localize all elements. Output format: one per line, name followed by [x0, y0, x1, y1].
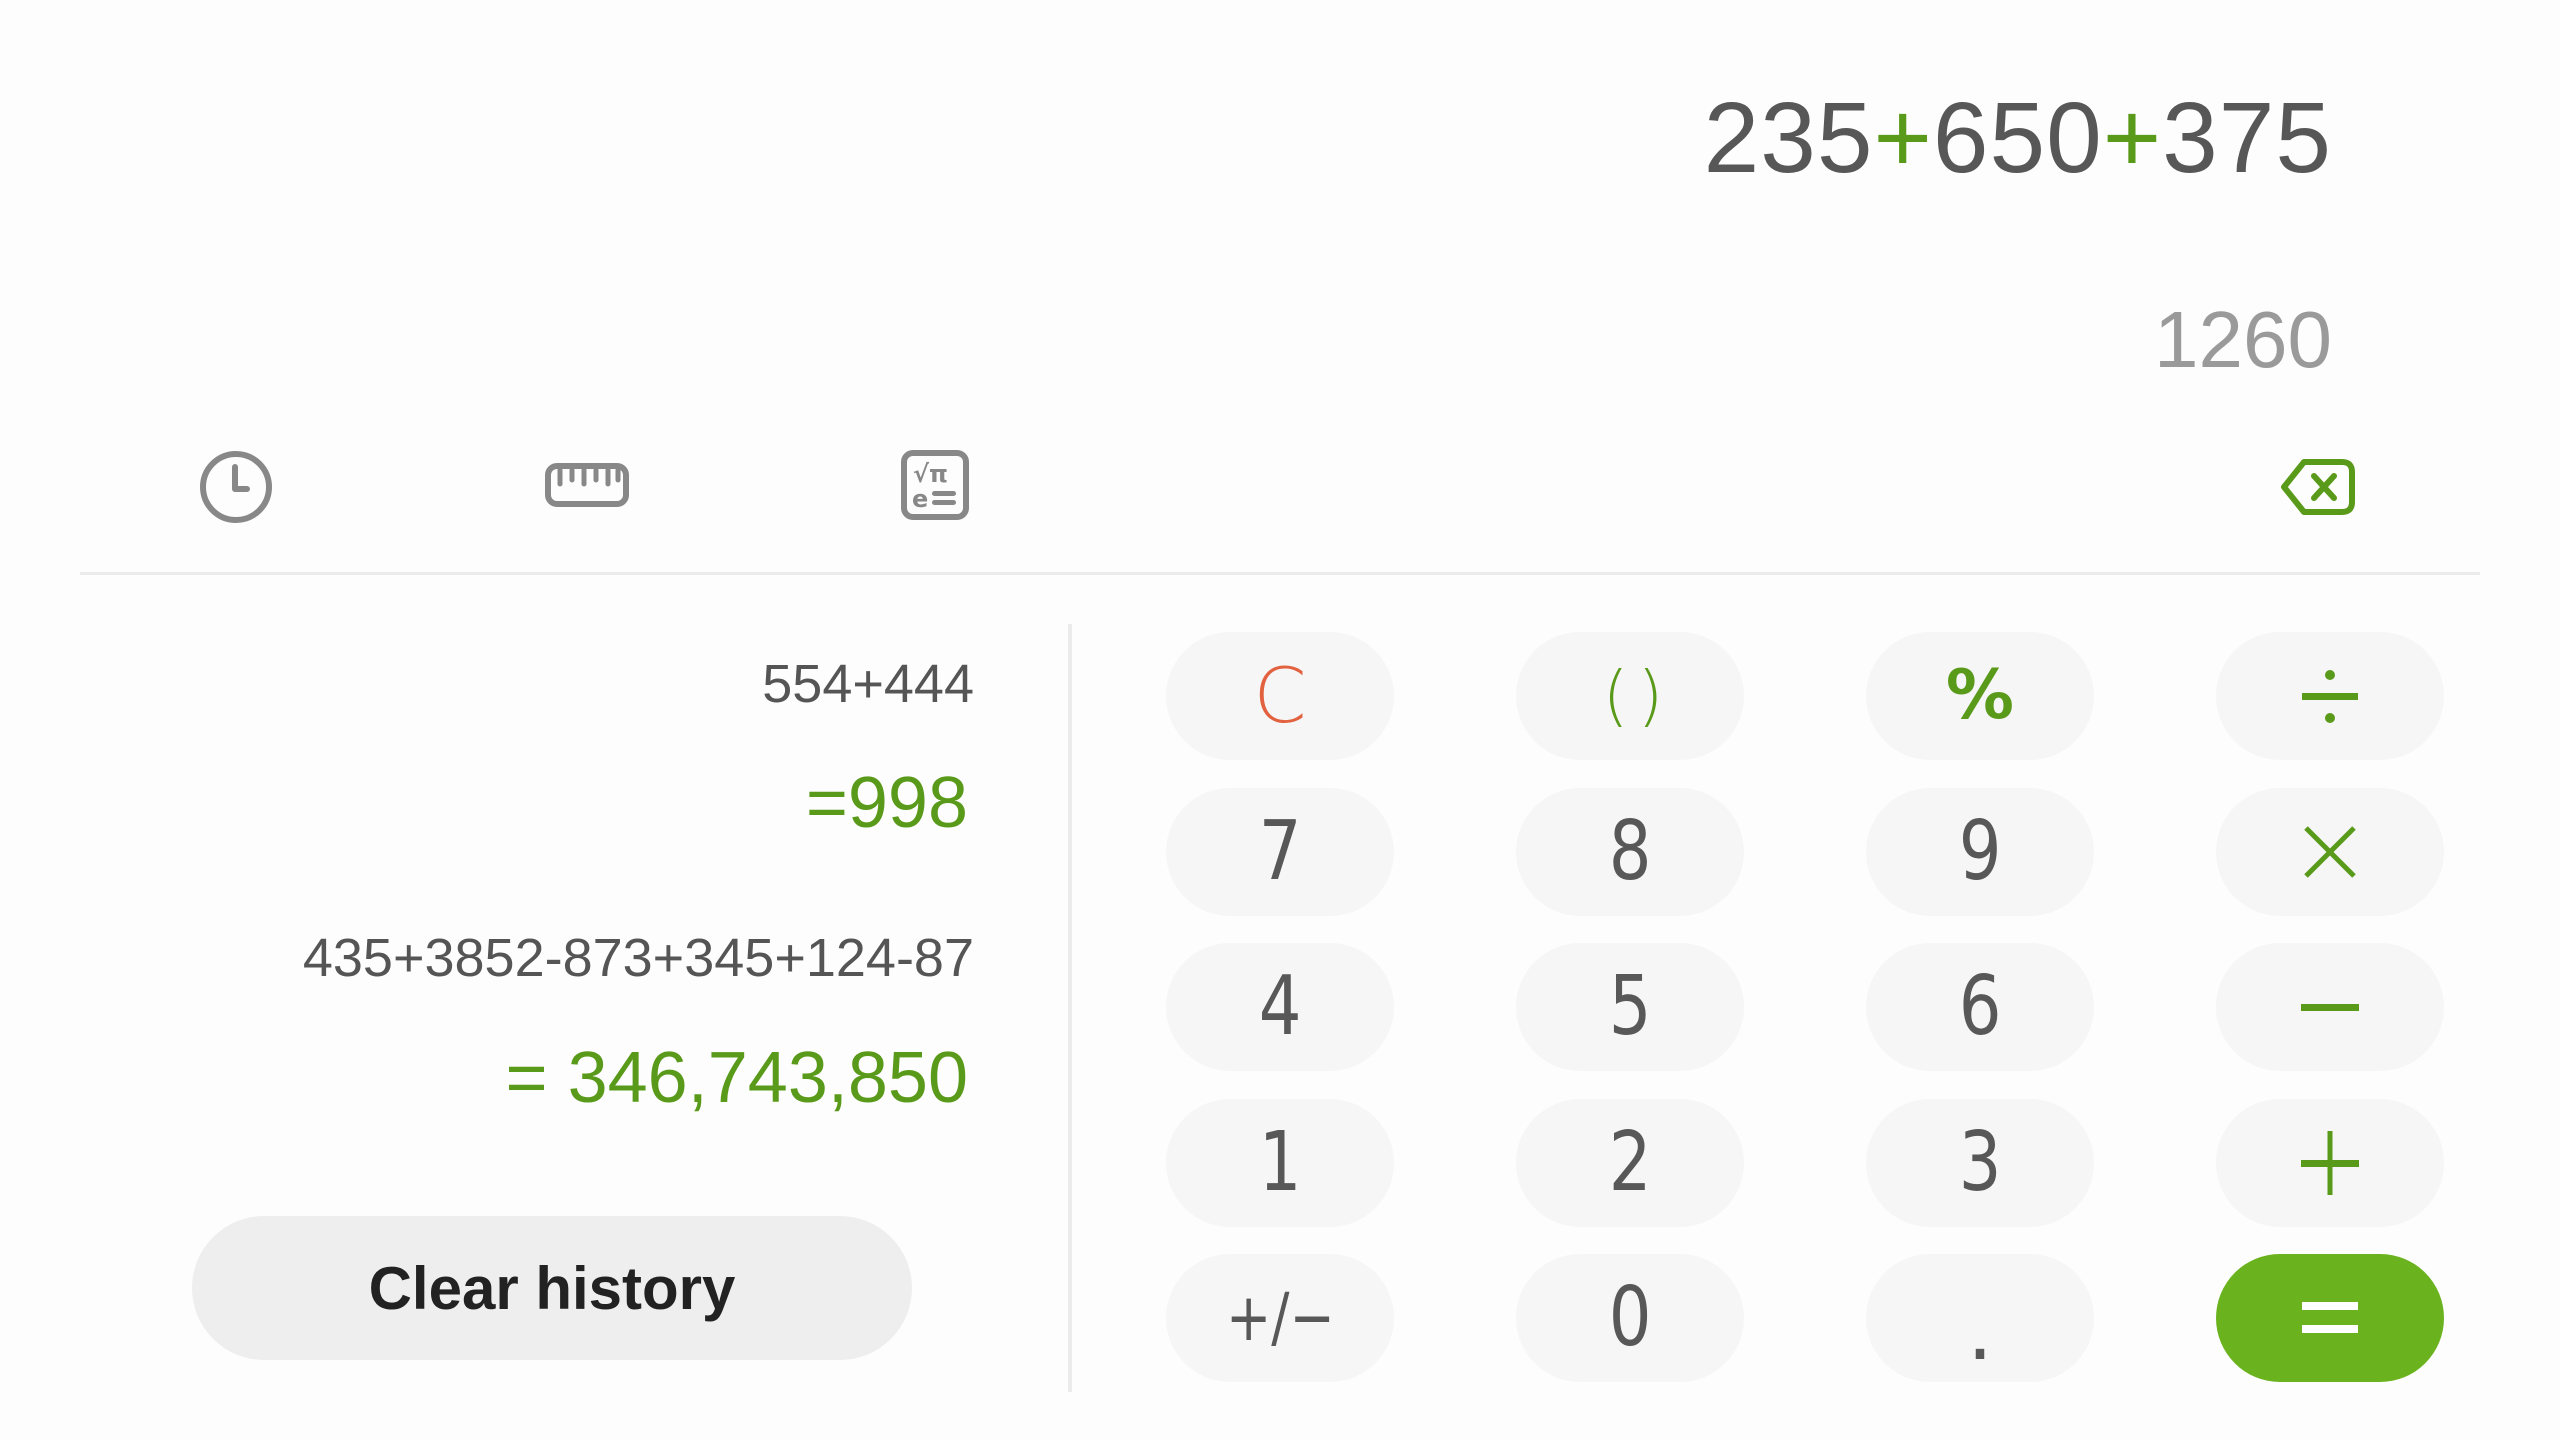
- key-label: %: [1945, 656, 2015, 735]
- key-label: 6: [1958, 959, 2002, 1054]
- expression-number: 235: [1703, 82, 1874, 194]
- keypad: C ( )% 7 8 9 4 5 6 1 2 3 +/− 0.: [1166, 632, 2444, 1384]
- key-2[interactable]: 2: [1516, 1098, 1744, 1227]
- multiply-icon: [2304, 825, 2356, 878]
- expression-display[interactable]: 235+650+375: [1704, 78, 2332, 198]
- key-label: 2: [1608, 1114, 1652, 1210]
- key-percent[interactable]: %: [1866, 632, 2094, 760]
- key-label: .: [1966, 1284, 1994, 1379]
- key-label: 0: [1608, 1270, 1652, 1365]
- history-expression[interactable]: 554+444: [762, 652, 974, 716]
- key-label: 8: [1608, 803, 1652, 899]
- key-label: C: [1253, 651, 1307, 740]
- divide-icon: [2302, 670, 2358, 723]
- key-3[interactable]: 3: [1866, 1098, 2094, 1227]
- key-subtract[interactable]: [2216, 943, 2444, 1071]
- key-add[interactable]: [2216, 1098, 2444, 1227]
- history-button[interactable]: [196, 447, 276, 527]
- history-expression[interactable]: 435+3852-873+345+124-87: [303, 926, 974, 990]
- svg-text:√π: √π: [913, 460, 948, 488]
- toolbar-divider: [80, 572, 2480, 575]
- expression-operator: +: [1873, 82, 1933, 194]
- key-label: 1: [1258, 1114, 1302, 1210]
- clear-history-button[interactable]: Clear history: [192, 1216, 912, 1360]
- backspace-button[interactable]: [2278, 455, 2358, 519]
- key-label: 7: [1258, 803, 1302, 899]
- key-6[interactable]: 6: [1866, 943, 2094, 1071]
- ruler-icon: [545, 463, 629, 507]
- key-5[interactable]: 5: [1516, 943, 1744, 1071]
- minus-icon: [2301, 1004, 2359, 1011]
- expression-number: 650: [1932, 82, 2103, 194]
- key-1[interactable]: 1: [1166, 1098, 1394, 1227]
- key-label: +/−: [1225, 1279, 1335, 1356]
- key-4[interactable]: 4: [1166, 943, 1394, 1071]
- key-equals[interactable]: [2216, 1254, 2444, 1382]
- equals-icon: [2302, 1302, 2358, 1333]
- preview-result: 1260: [2154, 295, 2332, 384]
- key-label: ( ): [1602, 657, 1664, 734]
- key-9[interactable]: 9: [1866, 787, 2094, 916]
- expression-operator: +: [2102, 82, 2163, 194]
- key-label: 5: [1608, 959, 1652, 1054]
- svg-text:e: e: [912, 485, 928, 513]
- key-multiply[interactable]: [2216, 787, 2444, 916]
- key-decimal[interactable]: .: [1866, 1254, 2094, 1382]
- panel-divider: [1068, 624, 1072, 1392]
- expression-number: 375: [2162, 82, 2332, 194]
- key-divide[interactable]: [2216, 632, 2444, 760]
- key-7[interactable]: 7: [1166, 787, 1394, 916]
- backspace-icon: [2281, 459, 2355, 515]
- key-clear[interactable]: C: [1166, 632, 1394, 760]
- plus-icon: [2301, 1130, 2359, 1195]
- key-plus-minus[interactable]: +/−: [1166, 1254, 1394, 1382]
- key-0[interactable]: 0: [1516, 1254, 1744, 1382]
- calculator-app: 235+650+375 1260 √π e 554+444 =998 435+3…: [0, 0, 2560, 1440]
- key-label: 4: [1258, 959, 1302, 1054]
- scientific-calculator-icon: √π e: [901, 450, 969, 520]
- key-label: 3: [1958, 1114, 2002, 1210]
- clock-icon: [200, 451, 272, 523]
- key-8[interactable]: 8: [1516, 787, 1744, 916]
- key-parentheses[interactable]: ( ): [1516, 632, 1744, 760]
- unit-converter-button[interactable]: [542, 455, 632, 515]
- history-result[interactable]: = 346,743,850: [506, 1035, 968, 1121]
- history-result[interactable]: =998: [806, 760, 968, 846]
- key-label: 9: [1958, 803, 2002, 899]
- scientific-mode-button[interactable]: √π e: [898, 448, 972, 522]
